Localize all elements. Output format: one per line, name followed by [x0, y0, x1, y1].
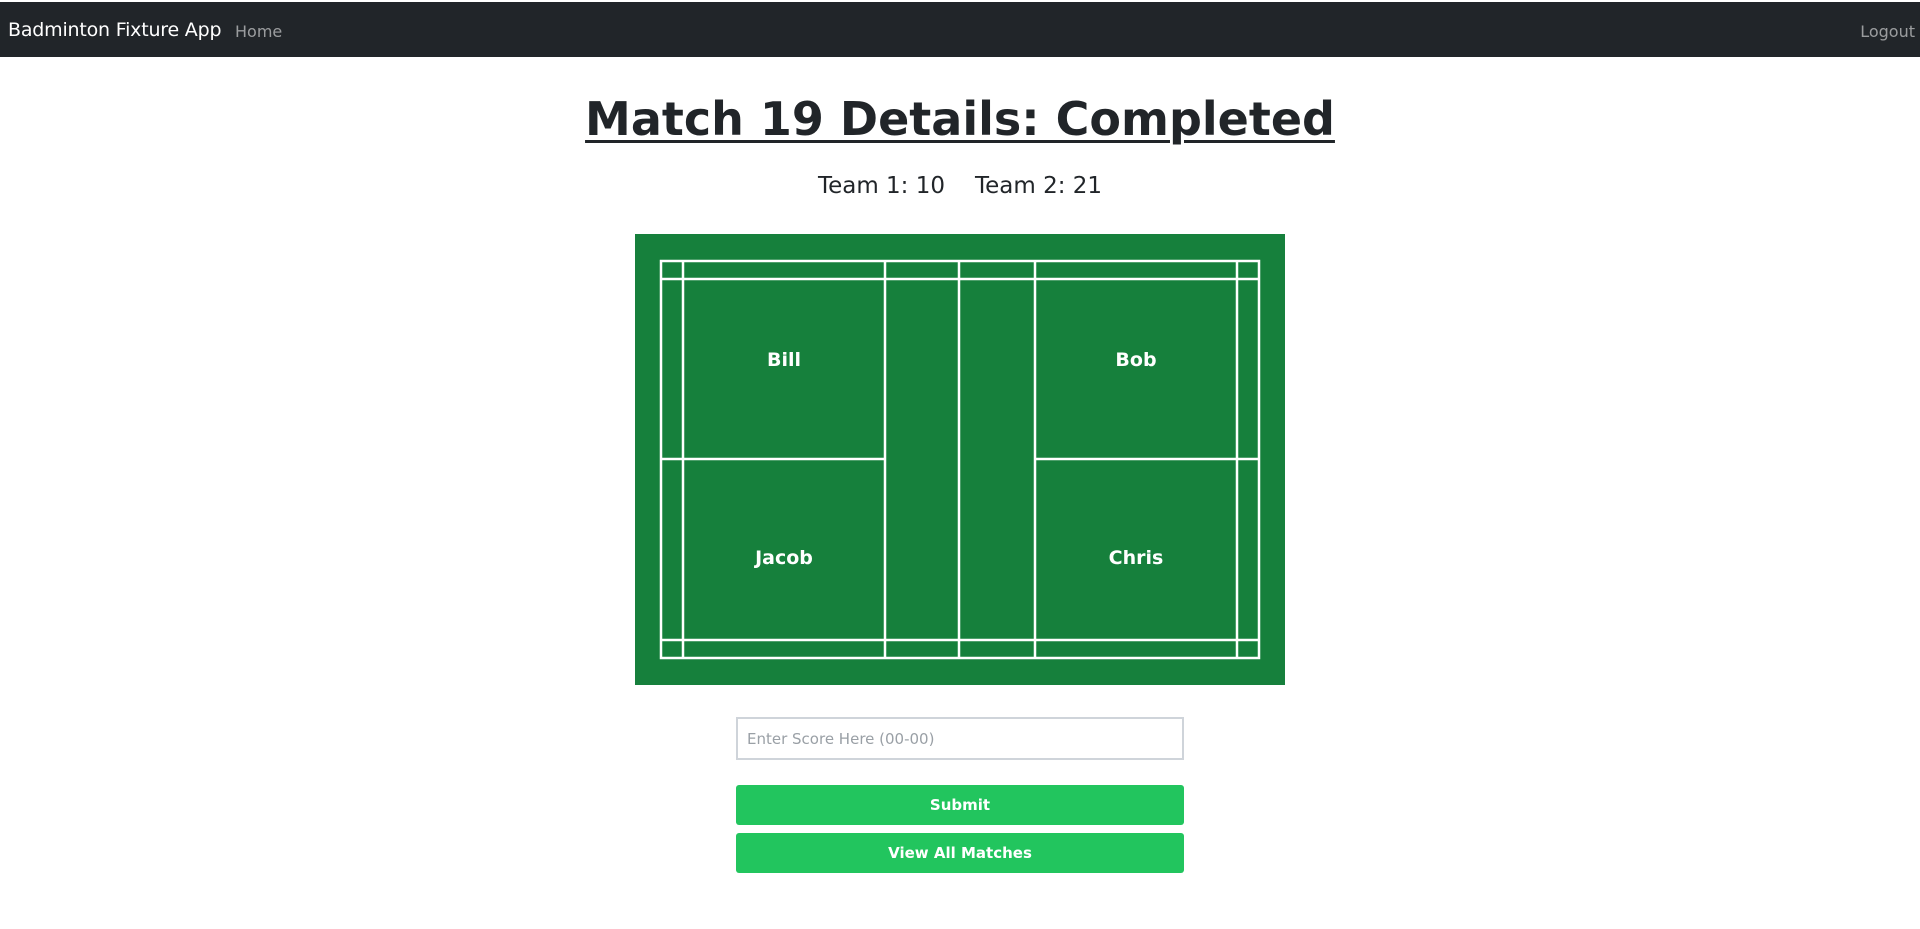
score-input[interactable]	[736, 717, 1184, 760]
badminton-court: Bill Bob Jacob Chris	[635, 234, 1285, 685]
team2-score: Team 2: 21	[975, 173, 1103, 199]
view-all-matches-button[interactable]: View All Matches	[736, 833, 1184, 873]
nav-home-link[interactable]: Home	[235, 22, 282, 41]
court-lines	[659, 259, 1261, 660]
brand-link[interactable]: Badminton Fixture App	[8, 19, 222, 41]
score-summary: Team 1: 10 Team 2: 21	[0, 173, 1920, 199]
player-top-right: Bob	[1115, 349, 1157, 371]
submit-button[interactable]: Submit	[736, 785, 1184, 825]
page-title: Match 19 Details: Completed	[585, 92, 1335, 146]
player-bottom-left: Jacob	[755, 547, 813, 569]
nav-logout-link[interactable]: Logout	[1860, 22, 1915, 41]
navbar: Badminton Fixture App Home Logout	[0, 0, 1920, 57]
team1-score: Team 1: 10	[817, 173, 945, 199]
player-top-left: Bill	[766, 349, 802, 371]
player-bottom-right: Chris	[1108, 547, 1164, 569]
